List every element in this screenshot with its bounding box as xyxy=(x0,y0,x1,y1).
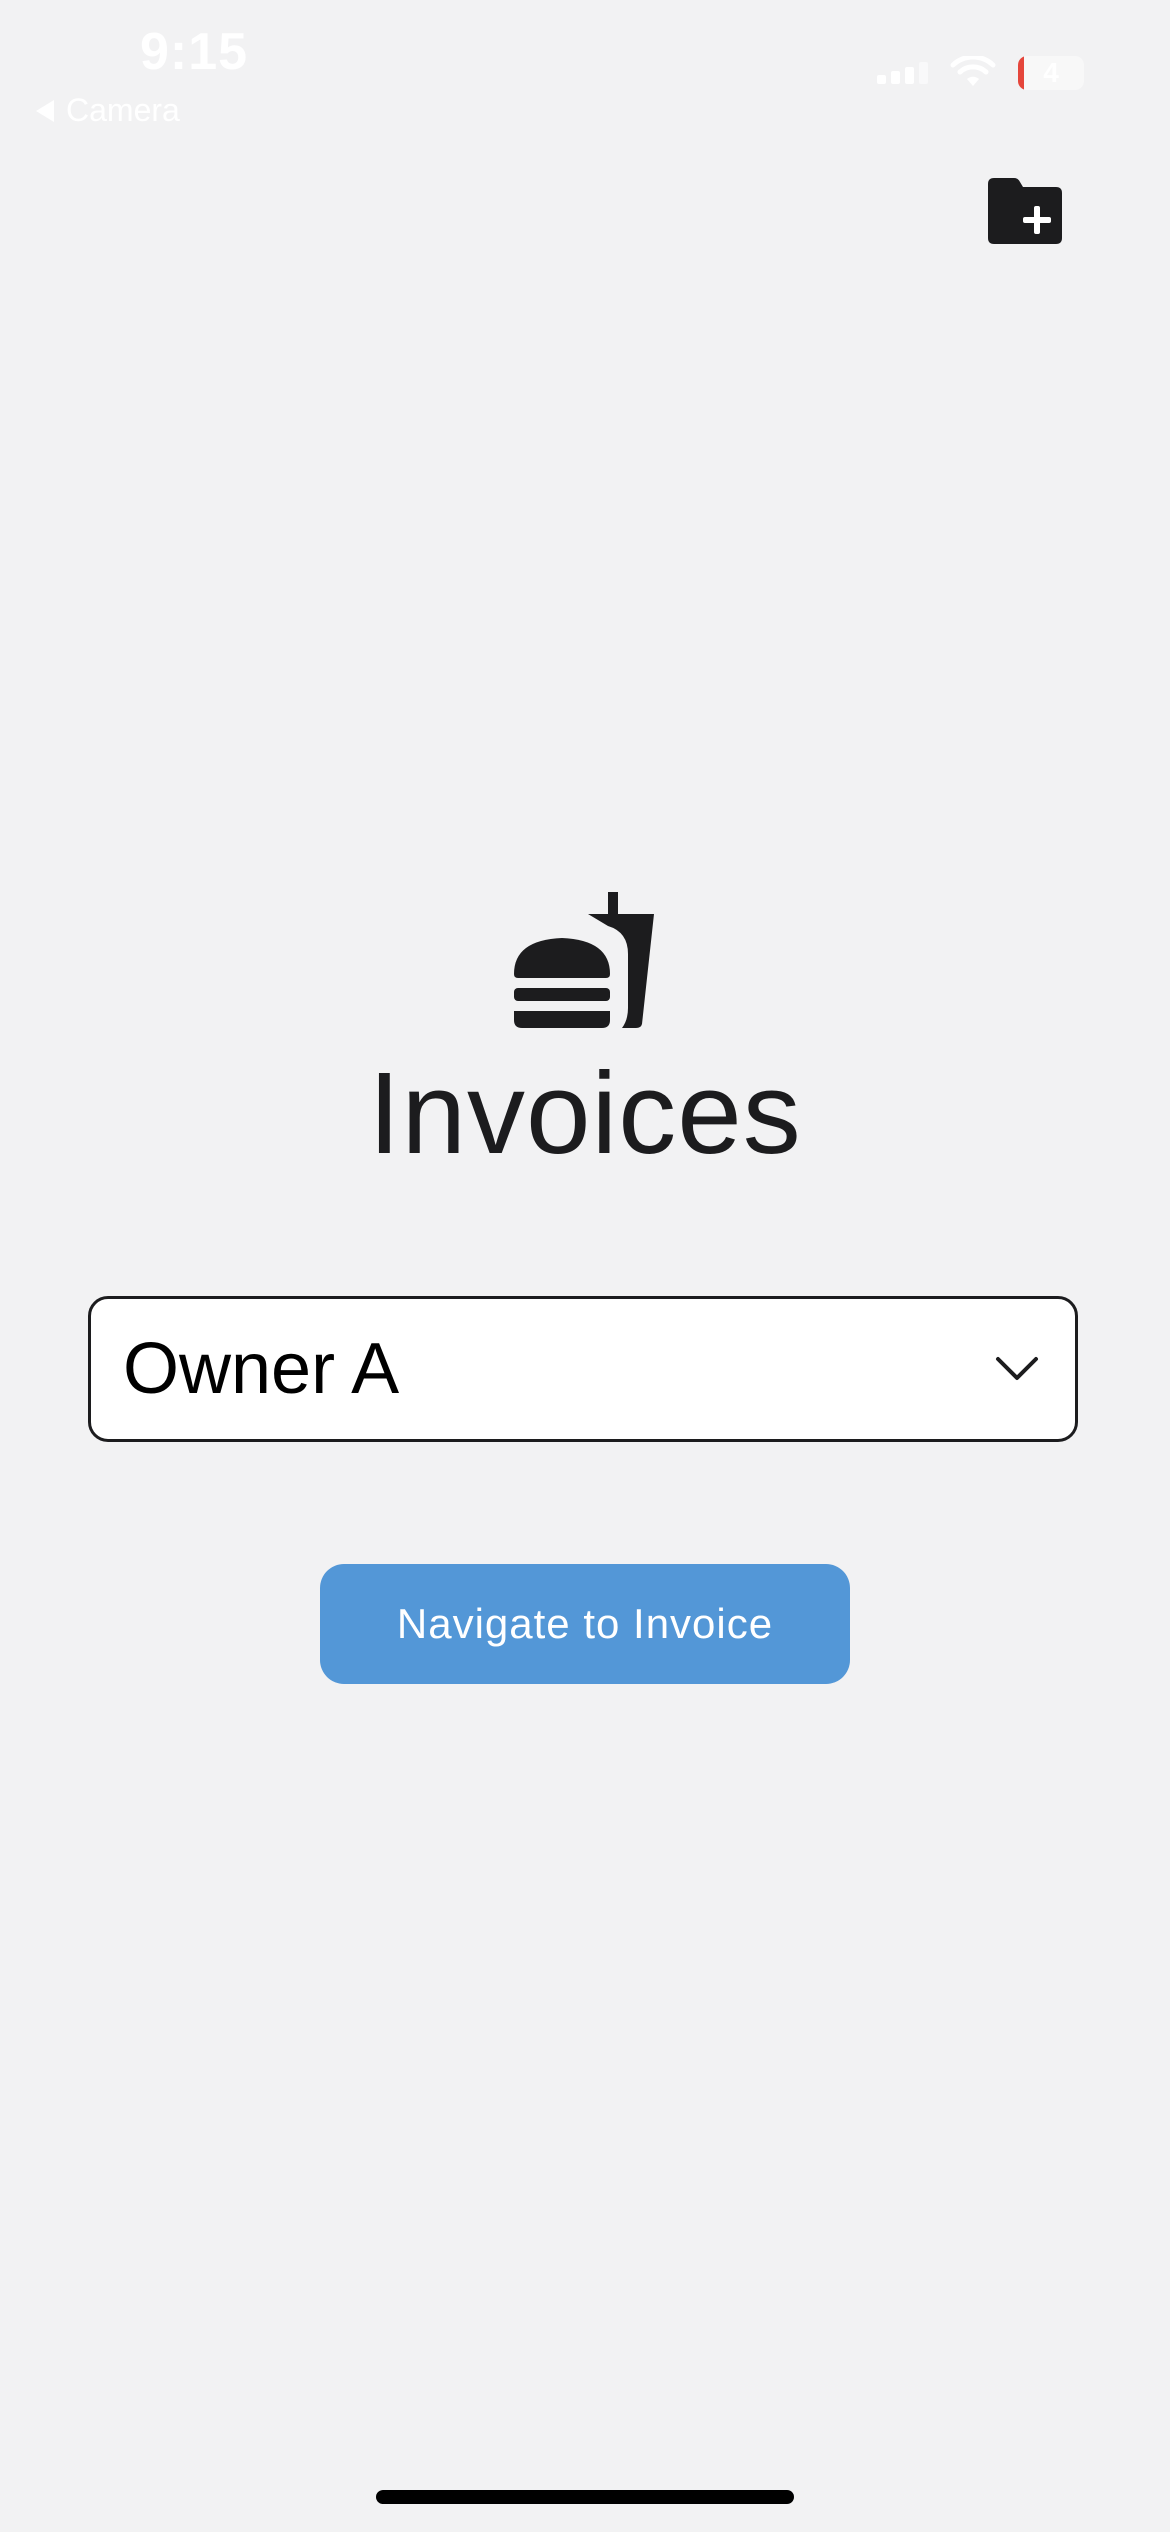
battery-level-fill xyxy=(1018,56,1024,90)
page-title: Invoices xyxy=(368,1048,802,1178)
status-indicators: 4 xyxy=(877,56,1084,90)
wifi-icon xyxy=(950,56,996,86)
status-time: 9:15 xyxy=(140,23,249,81)
owner-select[interactable]: Owner A xyxy=(88,1296,1078,1442)
new-folder-button[interactable] xyxy=(984,176,1064,246)
burger-and-drink-icon xyxy=(514,892,654,1028)
app-logo xyxy=(512,888,656,1032)
app-screen: 9:15 Camera 4 Invoices Owner A Navigate … xyxy=(0,0,1170,2532)
battery-percent: 4 xyxy=(1043,57,1059,88)
back-label: Camera xyxy=(66,92,180,128)
chevron-down-icon xyxy=(996,1357,1038,1380)
cellular-signal-icon xyxy=(877,62,928,84)
back-arrow-icon xyxy=(36,99,54,122)
owner-select-value: Owner A xyxy=(123,1329,400,1409)
battery-indicator: 4 xyxy=(1018,56,1084,90)
navigate-to-invoice-button[interactable]: Navigate to Invoice xyxy=(320,1564,850,1684)
folder-plus-icon xyxy=(988,178,1062,244)
back-to-camera-link[interactable]: Camera xyxy=(36,92,180,129)
home-indicator[interactable] xyxy=(376,2490,794,2504)
